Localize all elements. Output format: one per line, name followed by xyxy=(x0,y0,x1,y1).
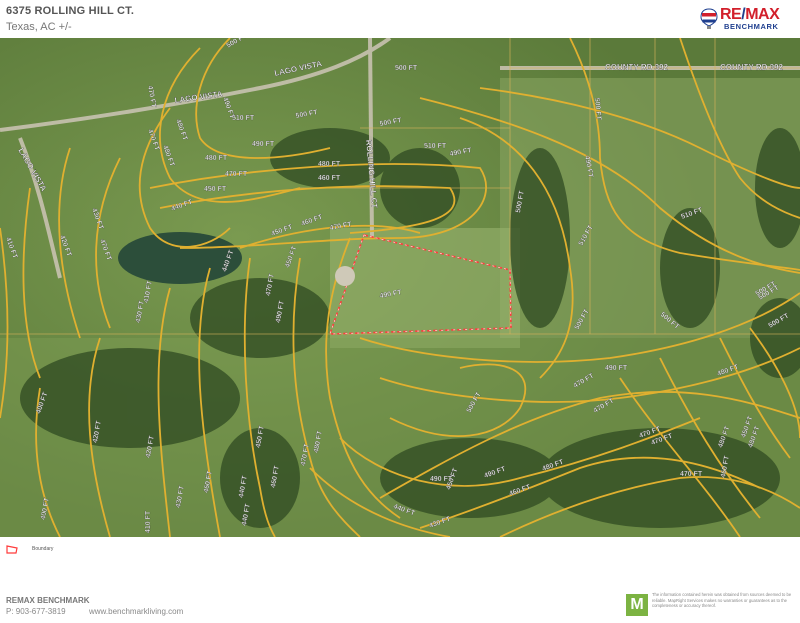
contour-label: 460 FT xyxy=(318,175,341,182)
cul-de-sac xyxy=(335,266,355,286)
contour-label: 510 FT xyxy=(424,143,447,150)
legend-label: Boundary xyxy=(32,546,54,552)
brand-name-right: MAX xyxy=(745,6,780,23)
brand-name-left: RE xyxy=(720,6,742,23)
map-canvas: LAGO VISTA LAGO VISTA LAGO VISTA COUNTY … xyxy=(0,38,800,537)
header: 6375 ROLLING HILL CT. Texas, AC +/- RE/M… xyxy=(0,0,800,38)
footer-phone: P: 903-677-3819 xyxy=(6,607,66,616)
contour-label: 470 FT xyxy=(225,171,248,178)
contour-label: 450 FT xyxy=(204,186,227,193)
brand-sub: BENCHMARK xyxy=(724,22,779,31)
contour-label: 490 FT xyxy=(252,141,275,148)
contour-label: 480 FT xyxy=(205,155,228,162)
footer-website[interactable]: www.benchmarkliving.com xyxy=(89,607,183,616)
aerial-map[interactable]: LAGO VISTA LAGO VISTA LAGO VISTA COUNTY … xyxy=(0,38,800,537)
footer-company: REMAX BENCHMARK xyxy=(6,596,90,605)
page-subtitle: Texas, AC +/- xyxy=(6,21,72,33)
contour-label: 510 FT xyxy=(232,115,255,122)
mapright-logo: M xyxy=(626,594,648,616)
disclaimer: The information contained herein was obt… xyxy=(652,592,792,609)
pond xyxy=(118,232,242,284)
contour-label: 470 FT xyxy=(680,471,703,478)
road-label-county-rd: COUNTY RD 392 xyxy=(720,63,784,72)
boundary-swatch xyxy=(6,545,18,554)
remax-logo: RE/MAX BENCHMARK xyxy=(700,6,792,34)
balloon-icon xyxy=(700,8,718,29)
road-label-county-rd: COUNTY RD 392 xyxy=(605,63,669,72)
contour-label: 480 FT xyxy=(318,161,341,168)
field-patch xyxy=(330,228,520,348)
contour-label: 410 FT xyxy=(145,510,152,533)
page-title: 6375 ROLLING HILL CT. xyxy=(6,5,135,17)
contour-label: 500 FT xyxy=(395,65,418,72)
contour-label: 490 FT xyxy=(605,365,628,372)
